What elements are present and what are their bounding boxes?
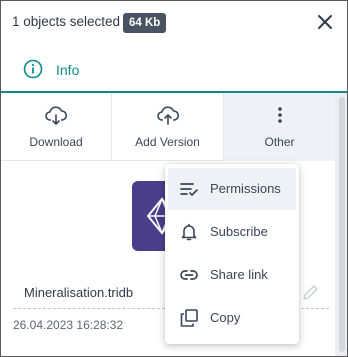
other-label: Other: [264, 135, 295, 149]
link-icon: [180, 270, 198, 280]
download-button[interactable]: Download: [1, 93, 112, 161]
menu-item-copy-label: Copy: [210, 310, 241, 325]
bell-icon: [181, 223, 197, 241]
close-button[interactable]: [314, 11, 336, 33]
edit-pencil-icon[interactable]: [301, 284, 319, 302]
menu-item-share-link-label: Share link: [210, 267, 268, 282]
tab-info-label: Info: [56, 62, 80, 78]
menu-item-permissions-label: Permissions: [210, 181, 281, 196]
scrollbar-thumb[interactable]: [339, 97, 345, 352]
size-badge: 64 Kb: [123, 13, 167, 33]
copy-icon: [180, 309, 198, 327]
add-version-button[interactable]: Add Version: [112, 93, 224, 161]
other-dropdown-menu: Permissions Subscribe Share link Copy: [165, 164, 299, 344]
other-button[interactable]: Other: [224, 93, 335, 161]
details-panel: 1 objects selected 64 Kb Info Download A…: [0, 0, 348, 357]
menu-item-copy[interactable]: Copy: [168, 297, 296, 339]
selection-count: 1 objects selected: [12, 14, 121, 29]
cloud-upload-icon: [156, 106, 179, 125]
close-icon: [318, 15, 332, 29]
info-icon: [23, 59, 43, 79]
vertical-dots-icon: [277, 107, 282, 123]
file-name: Mineralisation.tridb: [24, 285, 134, 300]
download-label: Download: [29, 135, 83, 149]
tab-info[interactable]: Info: [1, 47, 101, 91]
cloud-download-icon: [45, 106, 67, 125]
menu-item-share-link[interactable]: Share link: [168, 254, 296, 296]
action-toolbar: Download Add Version Other: [1, 93, 335, 161]
tab-bar: Info: [1, 47, 347, 93]
menu-item-subscribe[interactable]: Subscribe: [168, 211, 296, 253]
add-version-label: Add Version: [135, 135, 200, 149]
menu-item-permissions[interactable]: Permissions: [168, 168, 296, 210]
panel-header: 1 objects selected 64 Kb: [1, 1, 347, 47]
menu-item-subscribe-label: Subscribe: [210, 224, 268, 239]
permissions-icon: [180, 183, 198, 196]
modified-date: 26.04.2023 16:28:32: [13, 318, 124, 332]
